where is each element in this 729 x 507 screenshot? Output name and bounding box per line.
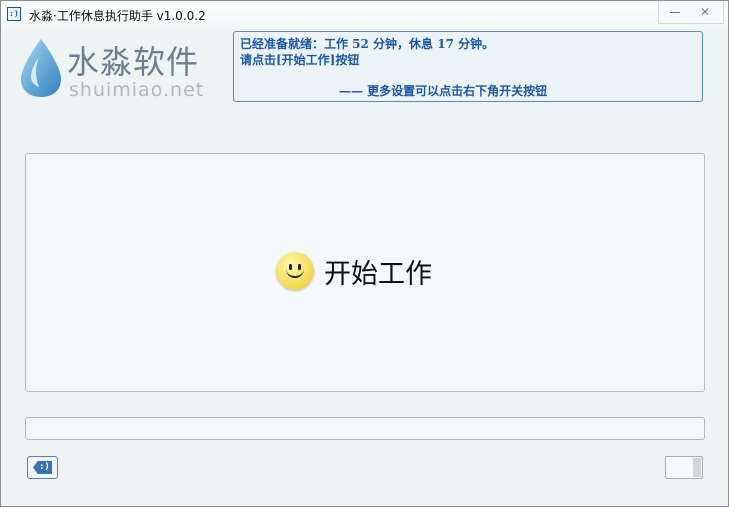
notice-settings-hint: —— 更多设置可以点击右下角开关按钮: [339, 84, 548, 98]
window-title: 水淼·工作休息执行助手 v1.0.0.2: [29, 9, 206, 23]
window-controls: ✕: [658, 1, 724, 24]
settings-toggle[interactable]: [665, 456, 703, 479]
toggle-knob: [693, 458, 701, 477]
info-tag-button[interactable]: :): [27, 456, 58, 479]
smiley-icon: [276, 252, 314, 290]
close-icon: ✕: [699, 5, 711, 19]
brand-name: 水淼软件: [67, 43, 200, 81]
minimize-icon: [670, 12, 680, 13]
water-drop-icon: [21, 39, 61, 97]
title-bar[interactable]: :) 水淼·工作休息执行助手 v1.0.0.2 ✕: [1, 1, 728, 29]
brand-logo: 水淼软件 shuimiao.net: [17, 35, 217, 101]
start-work-label: 开始工作: [324, 259, 432, 290]
main-panel[interactable]: 开始工作: [25, 153, 705, 392]
tag-icon: :): [33, 461, 52, 474]
start-work-button[interactable]: 开始工作: [276, 250, 456, 294]
status-notice: 已经准备就绪：工作 52 分钟，休息 17 分钟。 请点击[开始工作]按钮 ——…: [233, 31, 703, 102]
app-window: :) 水淼·工作休息执行助手 v1.0.0.2 ✕ 水淼软件 shuimiao.…: [0, 0, 729, 507]
notice-instruction-text: 请点击[开始工作]按钮: [240, 53, 360, 67]
app-icon[interactable]: :): [7, 7, 21, 21]
progress-bar: [25, 417, 705, 440]
notice-ready-text: 已经准备就绪：工作 52 分钟，休息 17 分钟。: [240, 37, 495, 51]
brand-url: shuimiao.net: [69, 79, 205, 101]
minimize-button[interactable]: [661, 3, 689, 21]
close-button[interactable]: ✕: [691, 3, 719, 21]
